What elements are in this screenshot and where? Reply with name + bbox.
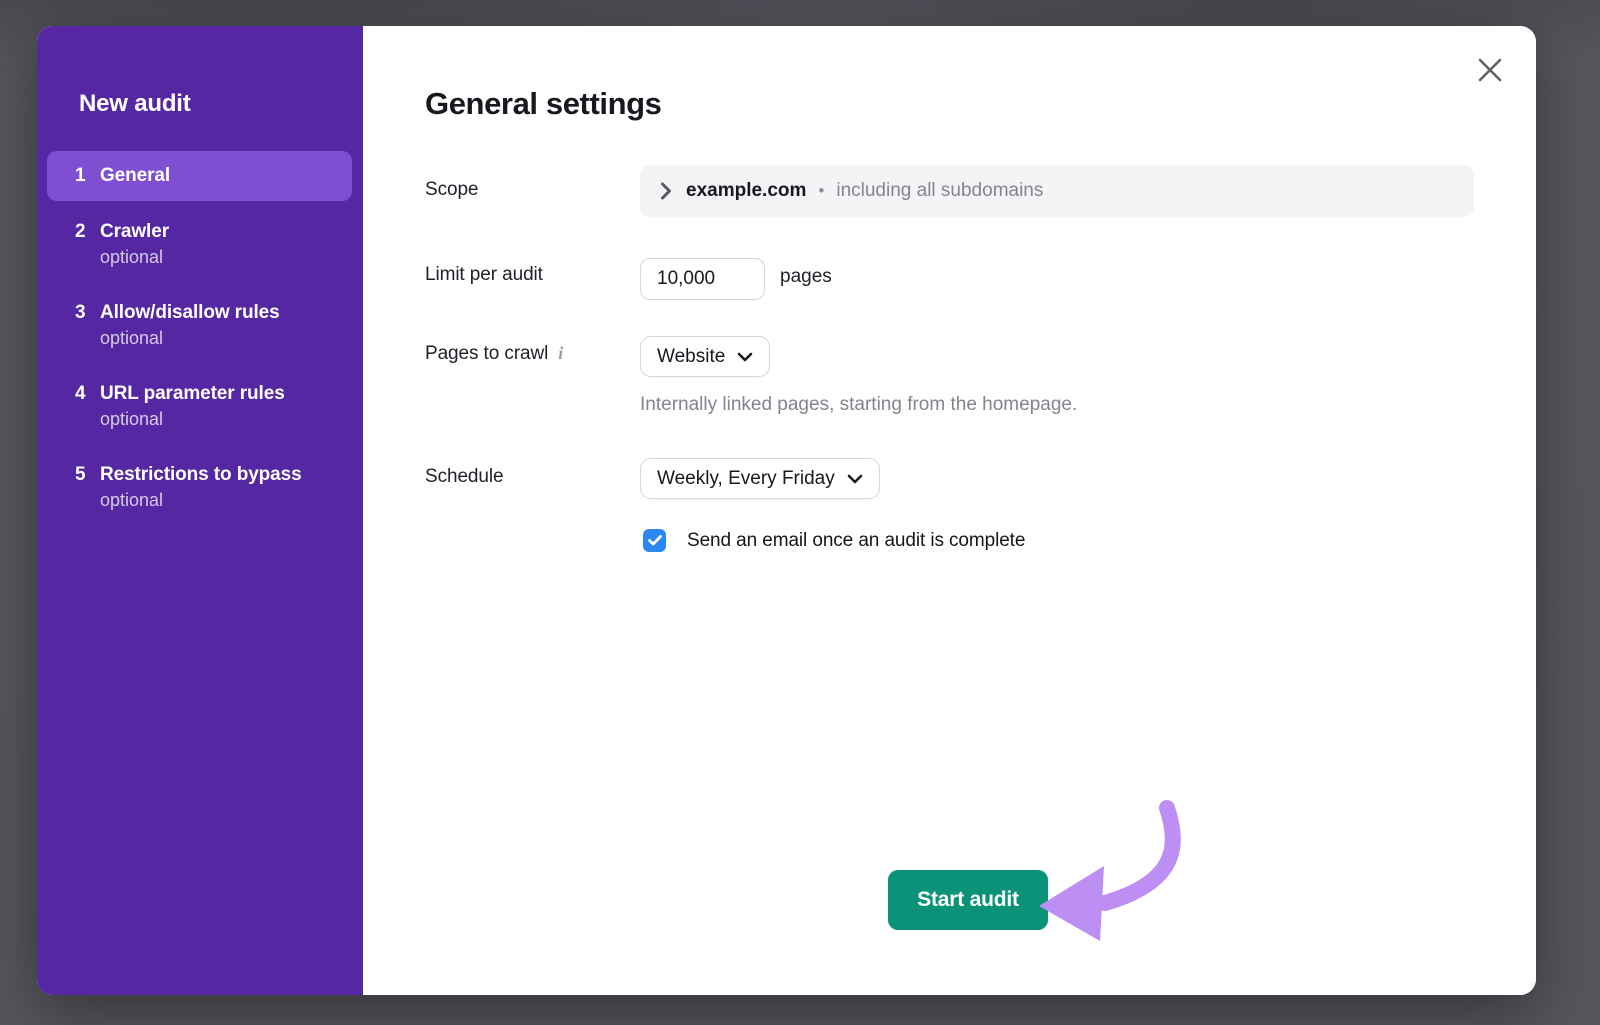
page-title: General settings	[425, 86, 662, 122]
pages-to-crawl-select[interactable]: Website	[640, 336, 770, 377]
email-checkbox[interactable]	[643, 529, 666, 552]
wizard-title: New audit	[79, 90, 363, 118]
chevron-down-icon	[847, 474, 863, 484]
sidebar-step-restrictions-to-bypass[interactable]: 5 Restrictions to bypass optional	[37, 464, 363, 511]
step-number: 2	[75, 221, 100, 243]
email-checkbox-row: Send an email once an audit is complete	[643, 529, 1025, 552]
step-label: Allow/disallow rules	[100, 302, 280, 324]
scope-separator: •	[818, 181, 824, 201]
step-optional-tag: optional	[100, 409, 363, 430]
close-button[interactable]	[1474, 54, 1506, 86]
sidebar-step-url-parameter-rules[interactable]: 4 URL parameter rules optional	[37, 383, 363, 430]
sidebar-step-general[interactable]: 1 General	[47, 151, 352, 201]
step-number: 4	[75, 383, 100, 405]
limit-suffix: pages	[780, 266, 832, 288]
sidebar-step-crawler[interactable]: 2 Crawler optional	[37, 221, 363, 268]
sidebar-step-allow-disallow-rules[interactable]: 3 Allow/disallow rules optional	[37, 302, 363, 349]
step-label: General	[100, 165, 170, 187]
scope-summary[interactable]: example.com • including all subdomains	[640, 165, 1474, 217]
step-label: Crawler	[100, 221, 169, 243]
close-icon	[1474, 54, 1506, 86]
schedule-value: Weekly, Every Friday	[657, 468, 835, 490]
wizard-sidebar: New audit 1 General 2 Crawler optional 3	[37, 26, 363, 995]
schedule-select[interactable]: Weekly, Every Friday	[640, 458, 880, 499]
scope-note: including all subdomains	[836, 180, 1043, 202]
pages-to-crawl-label: Pages to crawl i	[425, 343, 563, 365]
new-audit-modal: New audit 1 General 2 Crawler optional 3	[37, 26, 1536, 995]
chevron-right-icon	[660, 182, 672, 200]
general-settings-panel: General settings Scope example.com • inc…	[363, 26, 1536, 995]
schedule-label: Schedule	[425, 466, 503, 488]
scope-label: Scope	[425, 179, 478, 201]
chevron-down-icon	[737, 352, 753, 362]
step-number: 1	[75, 165, 100, 187]
email-checkbox-label: Send an email once an audit is complete	[687, 530, 1025, 552]
step-optional-tag: optional	[100, 490, 363, 511]
step-label: Restrictions to bypass	[100, 464, 302, 486]
step-optional-tag: optional	[100, 328, 363, 349]
pages-to-crawl-value: Website	[657, 346, 725, 368]
step-label: URL parameter rules	[100, 383, 285, 405]
wizard-steps: 1 General 2 Crawler optional 3 Allow/dis…	[37, 151, 363, 511]
pages-to-crawl-label-text: Pages to crawl	[425, 343, 548, 364]
checkmark-icon	[648, 535, 662, 546]
step-optional-tag: optional	[100, 247, 363, 268]
start-audit-button[interactable]: Start audit	[888, 870, 1048, 930]
info-icon[interactable]: i	[558, 343, 563, 363]
step-number: 3	[75, 302, 100, 324]
limit-per-audit-label: Limit per audit	[425, 264, 543, 286]
scope-domain: example.com	[686, 180, 806, 202]
pages-to-crawl-help: Internally linked pages, starting from t…	[640, 394, 1077, 416]
limit-per-audit-input[interactable]	[640, 258, 765, 300]
step-number: 5	[75, 464, 100, 486]
